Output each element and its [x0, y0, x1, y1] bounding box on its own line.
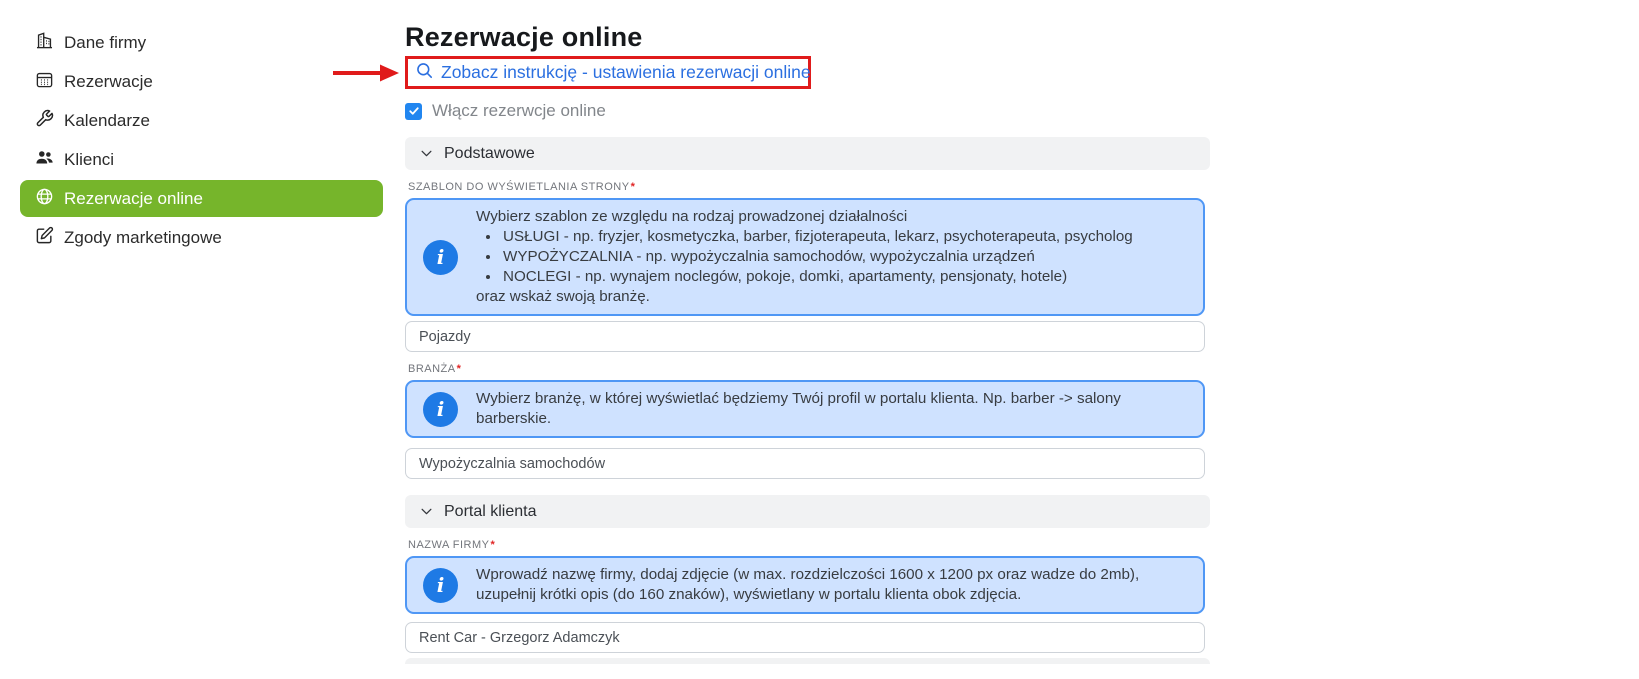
- template-info-list: USŁUGI - np. fryzjer, kosmetyczka, barbe…: [476, 227, 1133, 287]
- settings-sidebar: Dane firmy Rezerwacje Kalendarze Klienci…: [20, 24, 383, 258]
- search-icon: [415, 61, 434, 85]
- calendar-icon: [35, 70, 54, 94]
- section-header-podstawowe[interactable]: Podstawowe: [405, 137, 1210, 170]
- users-icon: [35, 148, 54, 172]
- sidebar-item-label: Dane firmy: [64, 33, 146, 53]
- annotation-red-box: Zobacz instrukcję - ustawienia rezerwacj…: [405, 56, 811, 89]
- template-info-outro: oraz wskaż swoją branżę.: [476, 287, 1133, 307]
- industry-input[interactable]: [405, 448, 1205, 479]
- company-field-label: NAZWA FIRMY*: [408, 539, 1205, 552]
- required-asterisk: *: [490, 539, 495, 551]
- chevron-down-icon: [419, 146, 434, 161]
- check-icon: [408, 105, 420, 117]
- required-asterisk: *: [457, 363, 462, 375]
- sidebar-item-label: Kalendarze: [64, 111, 150, 131]
- section-title: Podstawowe: [444, 145, 535, 163]
- template-info-bullet: WYPOŻYCZALNIA - np. wypożyczalnia samoch…: [501, 247, 1133, 267]
- page-title: Rezerwacje online: [405, 22, 1205, 52]
- enable-online-label: Włącz rezerwcje online: [432, 101, 606, 121]
- instruction-annotation: Zobacz instrukcję - ustawienia rezerwacj…: [405, 56, 811, 89]
- sidebar-item-rezerwacje-online[interactable]: Rezerwacje online: [20, 180, 383, 217]
- template-info-box: i Wybierz szablon ze względu na rodzaj p…: [405, 198, 1205, 316]
- sidebar-item-label: Rezerwacje online: [64, 189, 203, 209]
- info-icon: i: [423, 392, 458, 427]
- company-name-input[interactable]: [405, 622, 1205, 653]
- enable-online-row: Włącz rezerwcje online: [405, 102, 1205, 120]
- template-info-bullet: USŁUGI - np. fryzjer, kosmetyczka, barbe…: [501, 227, 1133, 247]
- edit-icon: [35, 226, 54, 250]
- wrench-icon: [35, 109, 54, 133]
- online-reservations-settings: Rezerwacje online Zobacz instrukcję - us…: [405, 22, 1205, 664]
- sidebar-item-dane-firmy[interactable]: Dane firmy: [20, 24, 383, 61]
- next-section-header-partial[interactable]: [405, 658, 1210, 664]
- template-info-bullet: NOCLEGI - np. wynajem noclegów, pokoje, …: [501, 267, 1133, 287]
- info-icon: i: [423, 568, 458, 603]
- company-info-box: i Wprowadź nazwę firmy, dodaj zdjęcie (w…: [405, 556, 1205, 614]
- sidebar-item-label: Klienci: [64, 150, 114, 170]
- globe-icon: [35, 187, 54, 211]
- sidebar-item-label: Rezerwacje: [64, 72, 153, 92]
- annotation-arrow-icon: [332, 62, 400, 84]
- industry-field-label: BRANŻA*: [408, 363, 1205, 376]
- template-input[interactable]: [405, 321, 1205, 352]
- template-info-intro: Wybierz szablon ze względu na rodzaj pro…: [476, 207, 1133, 227]
- building-icon: [35, 31, 54, 55]
- instruction-link[interactable]: Zobacz instrukcję - ustawienia rezerwacj…: [441, 62, 811, 83]
- template-info-text: Wybierz szablon ze względu na rodzaj pro…: [476, 207, 1133, 307]
- sidebar-item-klienci[interactable]: Klienci: [20, 141, 383, 178]
- section-title: Portal klienta: [444, 503, 537, 521]
- chevron-down-icon: [419, 504, 434, 519]
- sidebar-item-label: Zgody marketingowe: [64, 228, 222, 248]
- industry-info-text: Wybierz branżę, w której wyświetlać będz…: [476, 389, 1189, 429]
- sidebar-item-rezerwacje[interactable]: Rezerwacje: [20, 63, 383, 100]
- sidebar-item-zgody-marketingowe[interactable]: Zgody marketingowe: [20, 219, 383, 256]
- enable-online-checkbox[interactable]: [405, 103, 422, 120]
- info-icon: i: [423, 240, 458, 275]
- template-field-label: SZABLON DO WYŚWIETLANIA STRONY*: [408, 181, 1205, 194]
- industry-info-box: i Wybierz branżę, w której wyświetlać bę…: [405, 380, 1205, 438]
- company-info-text: Wprowadź nazwę firmy, dodaj zdjęcie (w m…: [476, 565, 1189, 605]
- required-asterisk: *: [631, 181, 636, 193]
- section-header-portal-klienta[interactable]: Portal klienta: [405, 495, 1210, 528]
- sidebar-item-kalendarze[interactable]: Kalendarze: [20, 102, 383, 139]
